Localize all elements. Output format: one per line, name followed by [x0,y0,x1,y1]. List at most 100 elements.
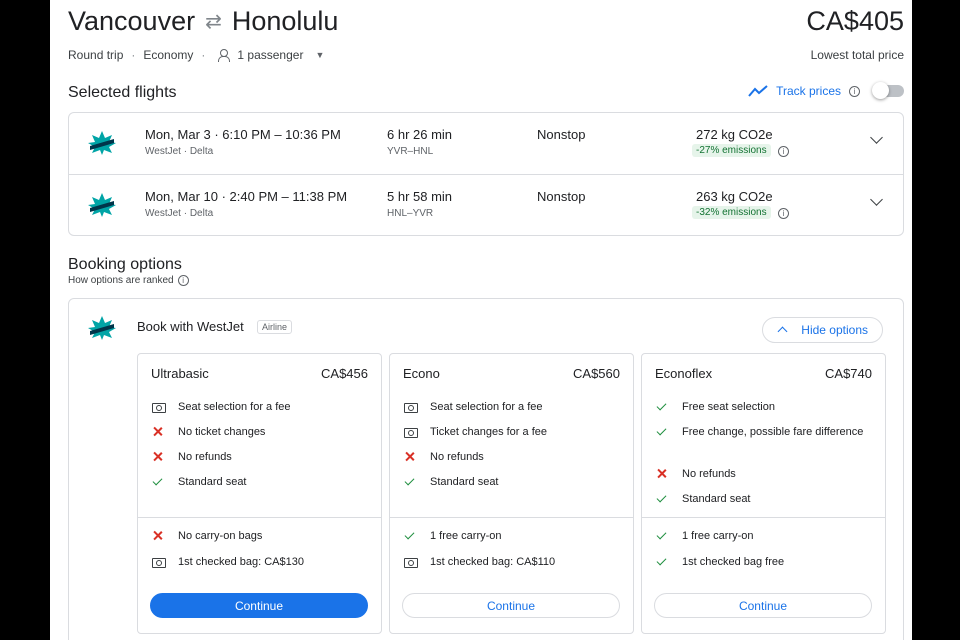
feature-text: 1st checked bag: CA$110 [430,556,556,568]
cross-icon [150,528,166,544]
fee-icon [402,399,418,415]
fare-name: Ultrabasic [151,366,209,381]
divider [390,517,633,518]
fee-icon [402,554,418,570]
hide-options-button[interactable]: Hide options [762,317,883,343]
trip-type: Round trip [68,48,124,62]
emissions-badge: -32% emissions [692,206,771,219]
fee-icon [402,424,418,440]
selected-flights-heading: Selected flights [68,84,177,101]
hide-options-label: Hide options [801,323,868,337]
feature-text: No carry-on bags [178,530,263,542]
feature-text: Free change, possible fare difference [682,426,864,438]
passenger-selector[interactable]: 1 passenger [237,48,303,62]
fare-feature: Standard seat [150,474,372,490]
westjet-logo-icon [88,193,116,217]
bag-feature: 1st checked bag: CA$130 [150,554,372,570]
chevron-down-icon[interactable] [870,131,883,144]
flight-airlines: WestJet · Delta [145,208,214,219]
feature-text: No refunds [682,468,736,480]
flight-airlines: WestJet · Delta [145,146,214,157]
westjet-logo-icon [88,131,116,155]
feature-text: No refunds [430,451,484,463]
emissions-badge: -27% emissions [692,144,771,157]
ranking-info-label[interactable]: How options are ranked [68,275,174,286]
fare-feature: Ticket changes for a fee [402,424,624,440]
bag-feature: 1st checked bag: CA$110 [402,554,624,570]
bag-feature: 1 free carry-on [654,528,876,544]
flight-row[interactable]: Mon, Mar 3 · 6:10 PM – 10:36 PM WestJet … [69,113,903,174]
book-with-airline: Book with WestJet [137,319,244,334]
chevron-up-icon [777,326,788,337]
info-icon[interactable]: i [778,208,789,219]
flight-duration: 6 hr 26 min [387,127,453,142]
swap-icon: ⇄ [205,11,222,33]
check-icon [654,554,670,570]
chevron-down-icon[interactable] [870,193,883,206]
flight-emissions: 263 kg CO2e [696,189,773,204]
flight-stops: Nonstop [537,189,586,204]
fare-card-ultrabasic: Ultrabasic CA$456 Seat selection for a f… [137,353,382,634]
track-prices[interactable]: Track prices i [748,82,904,99]
flight-airports: YVR–HNL [387,146,434,157]
fare-card-econo: Econo CA$560 Seat selection for a fee Ti… [389,353,634,634]
cabin-class: Economy [143,48,194,62]
bag-feature: No carry-on bags [150,528,372,544]
flight-duration: 5 hr 58 min [387,189,453,204]
info-icon[interactable]: i [778,146,789,157]
fare-price: CA$740 [825,366,872,381]
check-icon [402,528,418,544]
flight-airports: HNL–YVR [387,208,434,219]
feature-text: No refunds [178,451,232,463]
person-icon [217,49,231,62]
divider [138,517,381,518]
feature-text: Seat selection for a fee [430,401,543,413]
flight-row[interactable]: Mon, Mar 10 · 2:40 PM – 11:38 PM WestJet… [69,174,903,235]
bag-feature: 1 free carry-on [402,528,624,544]
continue-button[interactable]: Continue [150,593,368,618]
price-label: Lowest total price [810,48,904,62]
flight-booking-page: Vancouver ⇄ Honolulu CA$405 Lowest total… [50,0,912,640]
track-prices-toggle[interactable] [872,82,904,99]
fare-feature: Seat selection for a fee [402,399,624,415]
flight-times: Mon, Mar 3 · 6:10 PM – 10:36 PM [145,127,341,142]
selected-flights-list: Mon, Mar 3 · 6:10 PM – 10:36 PM WestJet … [68,112,904,236]
booking-options-heading: Booking options [68,256,182,273]
flight-emissions: 272 kg CO2e [696,127,773,142]
cross-icon [150,449,166,465]
cross-icon [654,466,670,482]
feature-text: Standard seat [682,493,751,505]
feature-text: Ticket changes for a fee [430,426,547,438]
ranking-info[interactable]: How options are ranked i [68,275,189,286]
fare-feature: Standard seat [402,474,624,490]
info-icon[interactable]: i [177,275,189,286]
check-icon [150,474,166,490]
feature-text: 1 free carry-on [682,530,754,542]
feature-text: Seat selection for a fee [178,401,291,413]
feature-text: Standard seat [430,476,499,488]
destination-city: Honolulu [231,6,339,36]
continue-button[interactable]: Continue [402,593,620,618]
fare-feature: No ticket changes [150,424,372,440]
fee-icon [150,554,166,570]
route-title: Vancouver ⇄ Honolulu [68,6,338,37]
flight-times: Mon, Mar 10 · 2:40 PM – 11:38 PM [145,189,348,204]
divider [642,517,885,518]
flight-stops: Nonstop [537,127,586,142]
feature-text: No ticket changes [178,426,266,438]
airline-tag: Airline [257,320,293,334]
total-price: CA$405 [806,6,904,36]
bag-feature: 1st checked bag free [654,554,876,570]
cross-icon [150,424,166,440]
fare-name: Econoflex [655,366,713,381]
westjet-logo-icon [88,316,116,340]
info-icon[interactable]: i [849,85,860,97]
continue-button[interactable]: Continue [654,593,872,618]
track-prices-label[interactable]: Track prices [776,84,841,98]
fare-feature: Free seat selection [654,399,876,415]
fare-feature: Free change, possible fare difference [654,424,876,440]
dropdown-caret-icon[interactable]: ▼ [315,50,324,60]
origin-city: Vancouver [68,6,196,36]
check-icon [402,474,418,490]
check-icon [654,528,670,544]
